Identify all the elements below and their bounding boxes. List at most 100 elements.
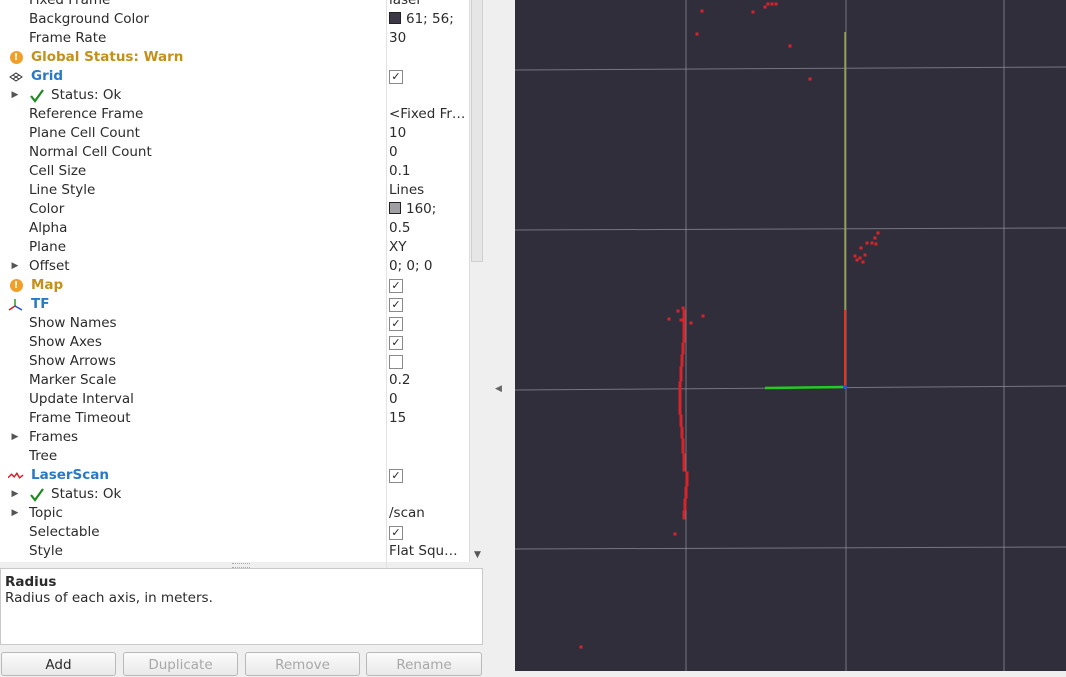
scan-point: [683, 498, 687, 502]
property-name: Fixed Frame: [29, 0, 111, 8]
property-row-tree[interactable]: Tree: [0, 447, 469, 466]
scan-point: [681, 438, 685, 442]
checkbox-checked[interactable]: ✓: [389, 70, 403, 84]
property-row-reference-frame[interactable]: Reference Frame <Fixed Fr…: [0, 105, 469, 124]
property-row-marker-scale[interactable]: Marker Scale 0.2: [0, 371, 469, 390]
property-row-status-ok[interactable]: ▶ Status: Ok: [0, 86, 469, 105]
expand-arrow-icon[interactable]: ▶: [10, 428, 20, 447]
property-value[interactable]: 30: [389, 29, 467, 48]
property-value[interactable]: 15: [389, 409, 467, 428]
property-row-show-arrows[interactable]: Show Arrows: [0, 352, 469, 371]
scan-point: [682, 321, 686, 325]
property-value[interactable]: Flat Squ…: [389, 542, 467, 561]
property-row-global-status-warn[interactable]: ! Global Status: Warn: [0, 48, 469, 67]
property-row-line-style[interactable]: Line Style Lines: [0, 181, 469, 200]
property-name: Topic: [29, 505, 63, 521]
property-row-color[interactable]: Color 160;: [0, 200, 469, 219]
scroll-down-arrow-icon[interactable]: ▼: [470, 548, 485, 562]
checkbox-checked[interactable]: ✓: [389, 469, 403, 483]
property-name: Update Interval: [29, 391, 134, 407]
property-row-laserscan[interactable]: LaserScan ✓: [0, 466, 469, 485]
property-row-show-names[interactable]: Show Names ✓: [0, 314, 469, 333]
property-value[interactable]: <Fixed Fr…: [389, 105, 467, 124]
property-value[interactable]: 0.5: [389, 219, 467, 238]
property-name: Status: Ok: [51, 87, 122, 103]
rename-button[interactable]: Rename: [366, 652, 482, 676]
property-row-selectable[interactable]: Selectable ✓: [0, 523, 469, 542]
scan-point: [680, 435, 684, 439]
scan-point: [682, 318, 686, 322]
axis-y: [764, 385, 846, 390]
property-value[interactable]: 0: [389, 390, 467, 409]
expand-arrow-icon[interactable]: ▶: [10, 485, 20, 504]
collapse-left-icon[interactable]: ◀: [495, 384, 502, 394]
scan-point: [685, 483, 689, 487]
scan-point: [684, 492, 688, 496]
scan-point: [681, 447, 685, 451]
checkbox-checked[interactable]: ✓: [389, 298, 403, 312]
property-row-offset[interactable]: ▶ Offset 0; 0; 0: [0, 257, 469, 276]
property-name: Frame Timeout: [29, 410, 131, 426]
property-value[interactable]: 61; 56;: [389, 10, 467, 29]
checkbox-checked[interactable]: ✓: [389, 336, 403, 350]
checkbox-checked[interactable]: ✓: [389, 317, 403, 331]
checkbox-checked[interactable]: ✓: [389, 279, 403, 293]
property-row-background-color[interactable]: Background Color 61; 56;: [0, 10, 469, 29]
property-row-normal-cell-count[interactable]: Normal Cell Count 0: [0, 143, 469, 162]
property-value[interactable]: XY: [389, 238, 467, 257]
property-value-text: 0.5: [389, 220, 411, 236]
property-value[interactable]: /scan: [389, 504, 467, 523]
remove-button[interactable]: Remove: [245, 652, 360, 676]
grid-icon: [8, 67, 24, 86]
property-row-topic[interactable]: ▶ Topic/scan: [0, 504, 469, 523]
expand-arrow-icon[interactable]: ▶: [10, 504, 20, 523]
property-value[interactable]: 10: [389, 124, 467, 143]
property-value[interactable]: laser: [389, 0, 467, 10]
tree-scrollbar[interactable]: ▼: [469, 0, 485, 562]
property-value[interactable]: 0: [389, 143, 467, 162]
displays-tree[interactable]: Fixed Frame laser Background Color 61; 56; F…: [0, 0, 469, 562]
property-name: Frame Rate: [29, 30, 107, 46]
checkbox-checked[interactable]: ✓: [389, 526, 403, 540]
property-row-alpha[interactable]: Alpha 0.5: [0, 219, 469, 238]
property-row-plane[interactable]: Plane XY: [0, 238, 469, 257]
color-swatch: [389, 202, 401, 214]
property-row-cell-size[interactable]: Cell Size 0.1: [0, 162, 469, 181]
checkbox-unchecked[interactable]: [389, 355, 403, 369]
property-value[interactable]: 0; 0; 0: [389, 257, 467, 276]
3d-render-view[interactable]: [515, 0, 1066, 671]
scan-point: [770, 2, 774, 6]
panel-splitter[interactable]: ◀: [490, 0, 515, 671]
scan-point: [859, 246, 863, 250]
property-row-fixed-frame[interactable]: Fixed Frame laser: [0, 0, 469, 10]
property-name: Tree: [29, 448, 58, 464]
property-row-grid[interactable]: Grid ✓: [0, 67, 469, 86]
expand-arrow-icon[interactable]: ▶: [10, 257, 20, 276]
duplicate-button[interactable]: Duplicate: [123, 652, 238, 676]
scrollbar-thumb[interactable]: [471, 0, 483, 262]
property-value[interactable]: 160;: [389, 200, 467, 219]
property-name: Show Names: [29, 315, 117, 331]
property-row-frames[interactable]: ▶ Frames: [0, 428, 469, 447]
property-row-plane-cell-count[interactable]: Plane Cell Count 10: [0, 124, 469, 143]
property-name: Frames: [29, 429, 79, 445]
property-value[interactable]: 0.1: [389, 162, 467, 181]
property-row-status-ok[interactable]: ▶ Status: Ok: [0, 485, 469, 504]
render-canvas[interactable]: [515, 0, 1066, 671]
property-row-frame-rate[interactable]: Frame Rate 30: [0, 29, 469, 48]
property-value[interactable]: Lines: [389, 181, 467, 200]
scan-point: [679, 423, 683, 427]
property-row-style[interactable]: Style Flat Squ…: [0, 542, 469, 561]
property-value[interactable]: 0.2: [389, 371, 467, 390]
add-button[interactable]: Add: [1, 652, 116, 676]
property-row-tf[interactable]: TF ✓: [0, 295, 469, 314]
scan-point: [679, 417, 683, 421]
property-name: Status: Ok: [51, 486, 122, 502]
scan-point: [684, 486, 688, 490]
property-row-map[interactable]: ! Map ✓: [0, 276, 469, 295]
property-row-update-interval[interactable]: Update Interval 0: [0, 390, 469, 409]
expand-arrow-icon[interactable]: ▶: [10, 86, 20, 105]
scan-point: [766, 2, 770, 6]
property-row-show-axes[interactable]: Show Axes ✓: [0, 333, 469, 352]
property-row-frame-timeout[interactable]: Frame Timeout 15: [0, 409, 469, 428]
